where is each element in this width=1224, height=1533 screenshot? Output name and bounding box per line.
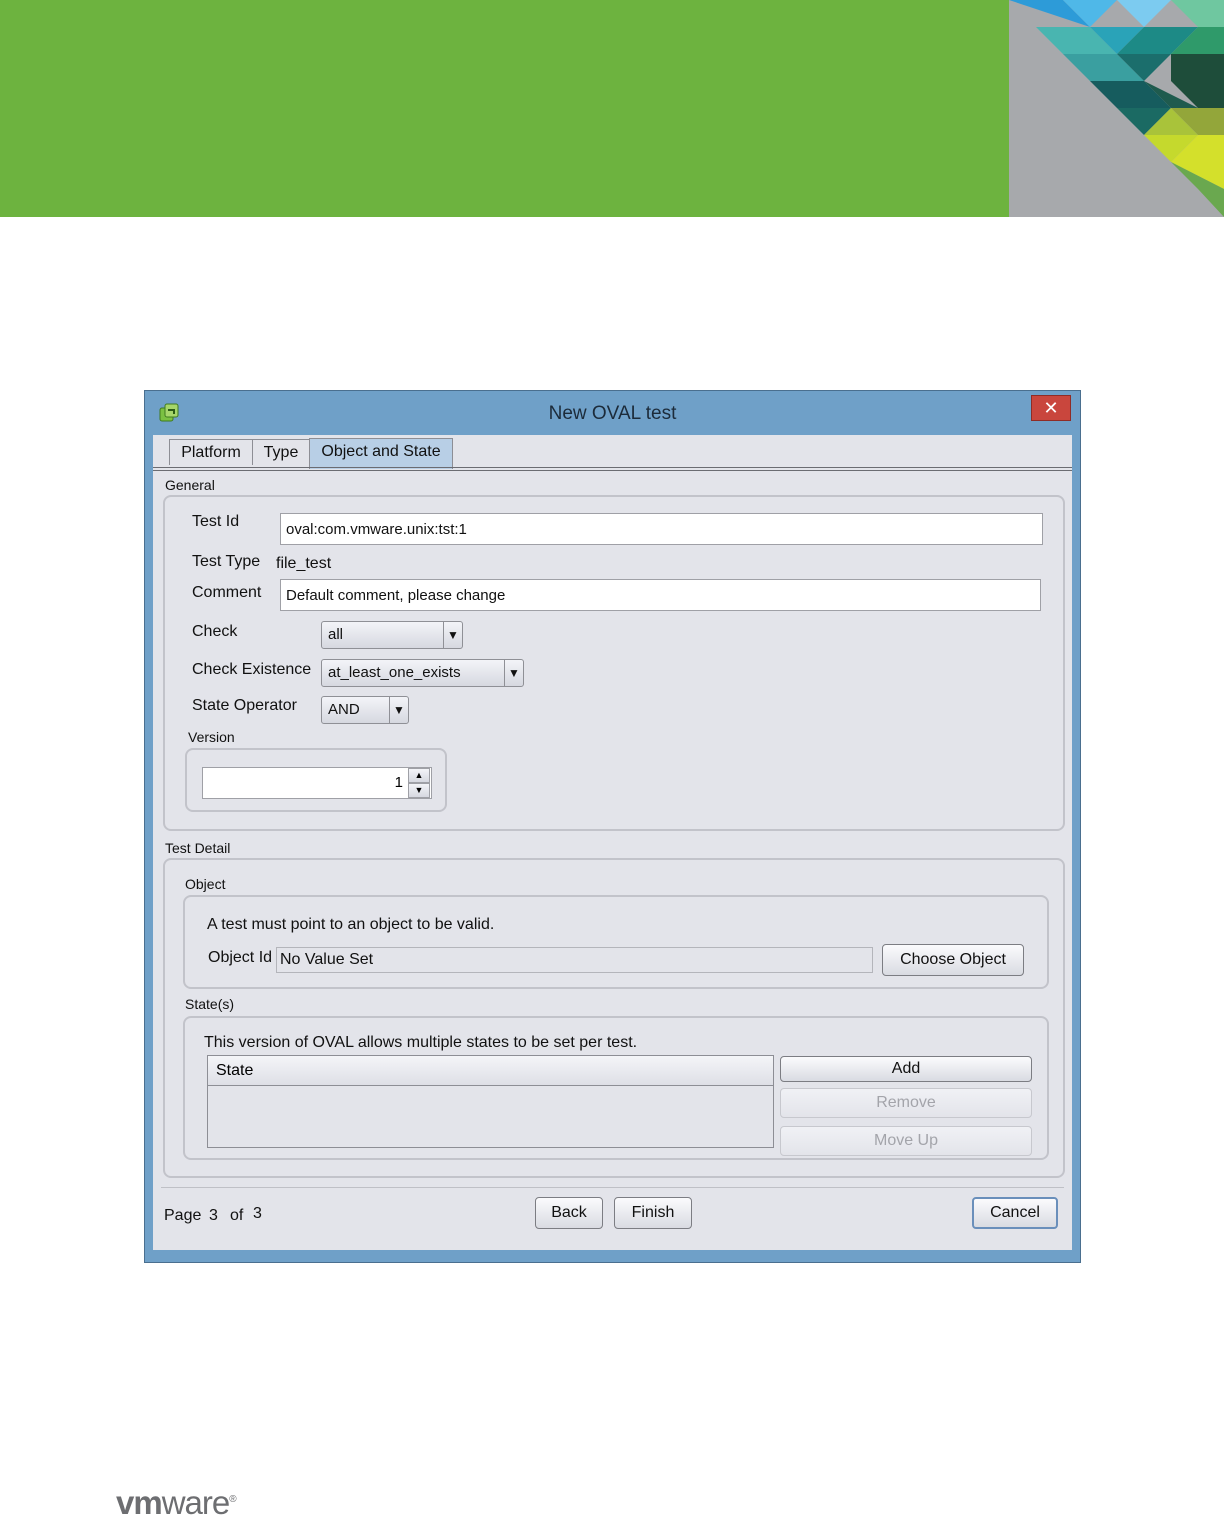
- spin-up-icon[interactable]: ▲: [408, 768, 430, 783]
- page-total: 3: [253, 1205, 262, 1222]
- check-existence-select[interactable]: at_least_one_exists ▼: [321, 659, 524, 687]
- test-id-label: Test Id: [192, 513, 240, 530]
- tab-divider: [153, 467, 1072, 471]
- states-table[interactable]: State: [207, 1055, 774, 1148]
- page-of-label: of: [230, 1207, 244, 1224]
- spin-down-icon[interactable]: ▼: [408, 783, 430, 798]
- finish-button[interactable]: Finish: [614, 1197, 692, 1229]
- header-banner: [0, 0, 1224, 217]
- check-existence-label: Check Existence: [192, 661, 312, 678]
- tab-bar: Platform Type Object and State: [153, 435, 1072, 471]
- check-existence-value: at_least_one_exists: [328, 664, 461, 681]
- check-select-value: all: [328, 626, 344, 643]
- state-column-header[interactable]: State: [208, 1056, 773, 1086]
- general-section-label: General: [165, 477, 215, 493]
- footer-divider: [161, 1187, 1064, 1190]
- remove-state-button[interactable]: Remove: [780, 1088, 1032, 1118]
- close-button[interactable]: ✕: [1031, 395, 1071, 421]
- chevron-down-icon: ▼: [389, 697, 408, 723]
- object-id-field[interactable]: No Value Set: [276, 947, 873, 973]
- add-state-button[interactable]: Add: [780, 1056, 1032, 1082]
- test-type-value: file_test: [276, 555, 332, 572]
- page-label: Page: [164, 1207, 202, 1224]
- logo-rest-part: ware: [161, 1484, 231, 1521]
- dialog-client-area: Platform Type Object and State General T…: [153, 435, 1072, 1250]
- comment-label: Comment: [192, 584, 262, 601]
- object-group: A test must point to an object to be val…: [183, 895, 1049, 989]
- dialog-title: New OVAL test: [548, 403, 677, 424]
- dialog-titlebar: New OVAL test ✕: [145, 391, 1080, 435]
- states-group-label: State(s): [185, 996, 235, 1012]
- new-oval-test-dialog: New OVAL test ✕ Platform Type Object and…: [144, 390, 1081, 1263]
- tab-type[interactable]: Type: [252, 439, 310, 465]
- test-id-field[interactable]: [280, 513, 1043, 545]
- state-operator-select[interactable]: AND ▼: [321, 696, 409, 724]
- tab-platform[interactable]: Platform: [169, 439, 253, 465]
- page-current: 3: [209, 1207, 218, 1224]
- version-spinner-input[interactable]: 1: [202, 767, 432, 799]
- logo-bold-part: vm: [116, 1484, 163, 1521]
- cancel-button[interactable]: Cancel: [972, 1197, 1058, 1229]
- chevron-down-icon: ▼: [504, 660, 523, 686]
- general-group: Test Id Test Type file_test Comment Chec…: [163, 495, 1065, 831]
- version-group: 1 ▲ ▼: [185, 748, 447, 812]
- object-group-label: Object: [185, 876, 226, 892]
- version-label: Version: [188, 729, 235, 745]
- state-operator-label: State Operator: [192, 697, 297, 714]
- choose-object-button[interactable]: Choose Object: [882, 944, 1024, 976]
- states-group: This version of OVAL allows multiple sta…: [183, 1016, 1049, 1160]
- registered-mark: ®: [229, 1494, 236, 1505]
- brand-triangles-graphic: [1009, 0, 1224, 217]
- tab-object-and-state[interactable]: Object and State: [309, 438, 453, 469]
- test-detail-section-label: Test Detail: [165, 840, 231, 856]
- comment-field[interactable]: [280, 579, 1041, 611]
- state-operator-value: AND: [328, 701, 360, 718]
- test-detail-group: Object A test must point to an object to…: [163, 858, 1065, 1178]
- chevron-down-icon: ▼: [443, 622, 462, 648]
- vmware-logo: vmware®: [116, 1484, 237, 1522]
- close-icon: ✕: [1043, 398, 1059, 418]
- states-message: This version of OVAL allows multiple sta…: [204, 1034, 638, 1051]
- object-message: A test must point to an object to be val…: [207, 916, 495, 933]
- object-id-label: Object Id: [208, 949, 273, 966]
- move-up-state-button[interactable]: Move Up: [780, 1126, 1032, 1156]
- test-type-label: Test Type: [192, 553, 261, 570]
- check-select[interactable]: all ▼: [321, 621, 463, 649]
- back-button[interactable]: Back: [535, 1197, 603, 1229]
- check-label: Check: [192, 623, 238, 640]
